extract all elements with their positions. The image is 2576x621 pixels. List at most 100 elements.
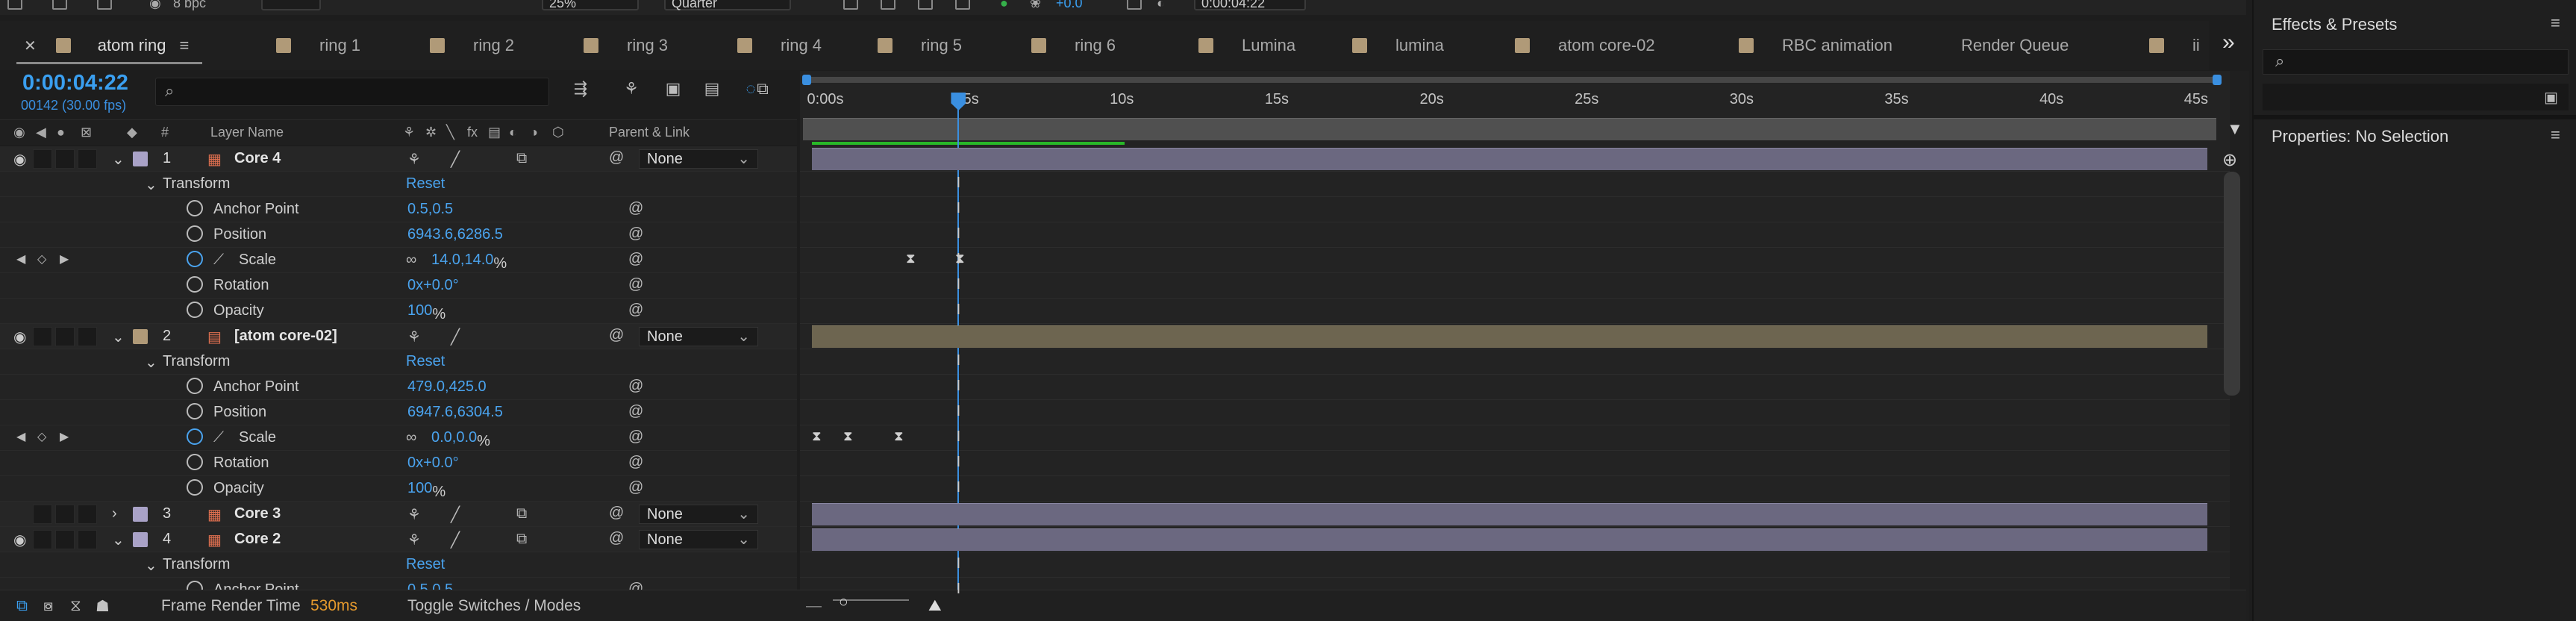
region-icon[interactable] (843, 0, 858, 10)
shy-switch-icon[interactable]: ⚘ (407, 150, 421, 169)
tab-ring-2[interactable]: ring 2 (430, 21, 514, 70)
tab-atom-core-02[interactable]: atom core-02 (1515, 21, 1655, 70)
effects-presets-title[interactable]: Effects & Presets (2272, 15, 2397, 34)
vertical-scrollbar[interactable] (2224, 172, 2240, 396)
layer-name[interactable]: Core 2 (234, 531, 281, 548)
exposure-value[interactable]: +0.0 (1056, 0, 1083, 11)
property-value[interactable]: 100% (407, 480, 446, 500)
property-value[interactable]: 0x+0.0° (407, 455, 459, 472)
motion-blur-switch-icon[interactable]: ⧉ (516, 505, 527, 522)
layer-duration-bar[interactable] (812, 148, 2207, 170)
panel-menu-icon[interactable]: ≡ (2551, 13, 2560, 33)
toggle-switches-modes-button[interactable]: Toggle Switches / Modes (407, 597, 581, 615)
next-keyframe-icon[interactable]: ▶ (60, 429, 69, 444)
chevron-down-icon[interactable]: ⌄ (112, 531, 125, 549)
3d-layer-switch-icon[interactable]: ⬡ (552, 125, 564, 140)
audio-toggle-cell[interactable] (33, 505, 52, 524)
timeline-end-marker-icon[interactable]: ▼ (2227, 119, 2243, 139)
keyframe-marker[interactable]: ⧗ (843, 428, 853, 444)
lock-toggle-cell[interactable] (78, 505, 97, 524)
property-value[interactable]: 479.0,425.0 (407, 378, 487, 396)
layer-name[interactable]: Core 3 (234, 505, 281, 522)
column-parent-header[interactable]: Parent & Link (609, 125, 690, 140)
reset-button[interactable]: Reset (406, 353, 445, 370)
video-switch-icon[interactable]: ◉ (13, 125, 25, 140)
constrain-proportions-icon[interactable]: ∞ (406, 252, 416, 269)
parent-dropdown[interactable]: None ⌄ (639, 530, 758, 549)
layer-name[interactable]: [atom core-02] (234, 328, 337, 345)
tab-rbc-animation[interactable]: RBC animation (1739, 21, 1892, 70)
bpc-label[interactable]: 8 bpc (173, 0, 206, 11)
reset-button[interactable]: Reset (406, 175, 445, 193)
layer-row[interactable]: ◉ ⌄ 1 ▦ Core 4 ⚘ ╱ ⧉ @ None ⌄ (0, 146, 797, 172)
property-row[interactable]: Rotation 0x+0.0° @ (0, 451, 797, 476)
mask-visibility-icon[interactable] (918, 0, 933, 10)
shy-switch-icon[interactable]: ⚘ (407, 505, 421, 524)
panel-menu-icon[interactable]: ≡ (2551, 125, 2560, 145)
column-layer-name-header[interactable]: Layer Name (210, 125, 284, 140)
property-value[interactable]: 0.5,0.5 (407, 201, 453, 218)
show-snapshot-icon[interactable]: ◐ (1157, 0, 1165, 11)
motion-blur-switch-icon[interactable]: ⧉ (516, 150, 527, 167)
quality-switch-icon[interactable]: ╲ (446, 125, 454, 140)
shy-switch-icon[interactable]: ⚘ (403, 125, 415, 140)
zoom-out-icon[interactable]: — (806, 597, 822, 615)
stopwatch-icon[interactable] (187, 200, 203, 216)
timeline-track[interactable] (800, 197, 2230, 222)
current-time-display[interactable]: 0:00:04:22 (22, 71, 128, 96)
resolution-dropdown[interactable]: Quarter (664, 0, 791, 10)
audio-switch-icon[interactable]: ◀ (36, 125, 46, 140)
time-ruler[interactable]: 0:00s 05s 10s 15s 20s 25s 30s 35s 40s 45s (800, 88, 2230, 118)
expression-pick-whip-icon[interactable]: @ (628, 479, 643, 496)
zoom-slider-handle[interactable]: ○ (839, 593, 848, 611)
chevron-down-icon[interactable]: ⌄ (145, 175, 157, 194)
property-value[interactable]: 6947.6,6304.5 (407, 404, 503, 421)
graph-editor-icon[interactable]: ⧉ (752, 79, 773, 98)
timeline-track[interactable] (800, 248, 2230, 273)
comp-range-bar[interactable] (803, 118, 2216, 140)
quality-switch-icon[interactable]: ╱ (451, 531, 460, 549)
toggle-layer-switches-icon[interactable]: ⧉ (16, 597, 28, 615)
tab-ring-1[interactable]: ring 1 (276, 21, 360, 70)
stopwatch-icon[interactable] (187, 378, 203, 394)
visibility-eye-icon[interactable]: ◉ (13, 328, 26, 346)
layer-name[interactable]: Core 4 (234, 150, 281, 167)
shy-switch-icon[interactable]: ⚘ (407, 531, 421, 549)
keyframe-marker[interactable]: ⧗ (812, 428, 822, 444)
transparency-grid-icon[interactable] (881, 0, 895, 10)
solo-toggle-cell[interactable] (55, 149, 75, 169)
property-row[interactable]: Rotation 0x+0.0° @ (0, 273, 797, 299)
tab-ring-3[interactable]: ring 3 (584, 21, 668, 70)
layer-row[interactable]: ◉ ⌄ 2 ▤ [atom core-02] ⚘ ╱ @ None ⌄ (0, 324, 797, 349)
expression-pick-whip-icon[interactable]: @ (628, 251, 643, 268)
timeline-track[interactable] (800, 273, 2230, 299)
hamburger-menu-icon[interactable]: ≡ (179, 36, 189, 55)
property-value[interactable]: 0x+0.0° (407, 277, 459, 294)
layer-search-input[interactable]: ⌕ (155, 78, 549, 106)
snapshot-icon[interactable] (52, 0, 67, 10)
timeline-track[interactable] (800, 222, 2230, 248)
lock-icon[interactable]: ⊠ (81, 125, 92, 140)
property-group-name[interactable]: Transform (163, 175, 230, 193)
chevron-down-icon[interactable]: ⌄ (145, 353, 157, 372)
timeline-track[interactable] (800, 375, 2230, 400)
parent-dropdown[interactable]: None ⌄ (639, 505, 758, 524)
parent-dropdown[interactable]: None ⌄ (639, 327, 758, 346)
chevron-right-icon[interactable]: › (112, 505, 117, 522)
property-row[interactable]: Position 6947.6,6304.5 @ (0, 400, 797, 425)
camera-snapshot-icon[interactable] (1127, 0, 1142, 10)
constrain-proportions-icon[interactable]: ∞ (406, 429, 416, 446)
property-group-name[interactable]: Transform (163, 353, 230, 370)
timeline-track[interactable] (800, 299, 2230, 324)
expression-pick-whip-icon[interactable]: @ (628, 276, 643, 293)
zoom-dropdown[interactable]: 25% (542, 0, 639, 10)
property-row[interactable]: ◀ ◇ ▶ ⟋ Scale ∞ 14.0,14.0% @ (0, 248, 797, 273)
property-value[interactable]: 6943.6,6286.5 (407, 226, 503, 243)
stopwatch-icon[interactable] (187, 276, 203, 293)
comp-marker-bin-icon[interactable]: ⊕ (2222, 149, 2237, 171)
keyframe-marker[interactable]: ⧗ (894, 428, 904, 444)
viewer-options-icon[interactable] (7, 0, 22, 10)
timeline-track[interactable] (800, 172, 2230, 197)
layer-row[interactable]: ◉ ⌄ 4 ▦ Core 2 ⚘ ╱ ⧉ @ None ⌄ (0, 527, 797, 552)
layer-row[interactable]: › 3 ▦ Core 3 ⚘ ╱ ⧉ @ None ⌄ (0, 502, 797, 527)
